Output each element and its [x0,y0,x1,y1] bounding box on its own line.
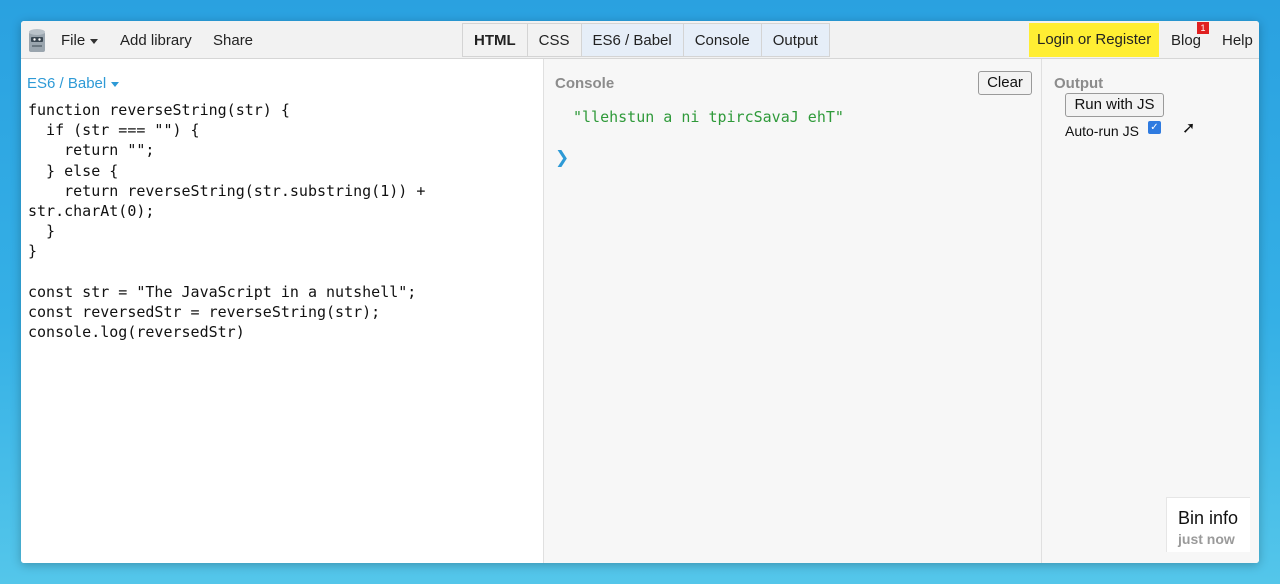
popout-arrow-icon[interactable]: ➚ [1182,121,1195,137]
chevron-down-icon [90,38,99,44]
tab-html[interactable]: HTML [462,23,528,57]
help-link[interactable]: Help [1222,31,1253,50]
code-editor[interactable]: function reverseString(str) { if (str ==… [28,100,538,342]
file-menu[interactable]: File [61,31,99,50]
bin-info-panel[interactable]: Bin info just now [1166,497,1250,552]
autorun-checkbox[interactable]: ✓ [1148,121,1161,134]
clear-button[interactable]: Clear [978,71,1032,95]
output-panel: Output Run with JS Auto-run JS ✓ ➚ [1042,59,1259,563]
autorun-label: Auto-run JS [1065,123,1139,139]
console-log-line: "llehstun a ni tpircSavaJ ehT" [573,108,844,126]
share-button[interactable]: Share [213,31,253,50]
jsbin-window: File Add library Share HTML CSS ES6 / Ba… [21,21,1259,563]
tab-output[interactable]: Output [761,23,830,57]
top-toolbar: File Add library Share HTML CSS ES6 / Ba… [21,21,1259,59]
js-editor-panel[interactable]: ES6 / Babel function reverseString(str) … [21,59,544,563]
console-title: Console [555,75,615,92]
run-with-js-button[interactable]: Run with JS [1065,93,1164,117]
add-library-button[interactable]: Add library [120,31,192,50]
tab-css[interactable]: CSS [527,23,582,57]
chevron-down-icon [111,81,120,87]
bin-info-timestamp: just now [1178,531,1235,547]
file-menu-label: File [61,32,86,49]
login-register-button[interactable]: Login or Register [1029,23,1160,57]
editor-language-label: ES6 / Babel [27,75,107,92]
tab-console[interactable]: Console [683,23,762,57]
bin-info-title: Bin info [1178,508,1239,528]
output-title: Output [1054,75,1104,92]
jsbin-logo-icon[interactable] [27,26,47,54]
panel-tabs: HTML CSS ES6 / Babel Console Output [462,23,830,57]
console-prompt-icon[interactable]: ❯ [555,149,569,167]
blog-notification-badge: 1 [1197,22,1209,34]
editor-language-selector[interactable]: ES6 / Babel [27,75,120,93]
tab-es6-babel[interactable]: ES6 / Babel [581,23,684,57]
console-panel: Console Clear "llehstun a ni tpircSavaJ … [544,59,1042,563]
